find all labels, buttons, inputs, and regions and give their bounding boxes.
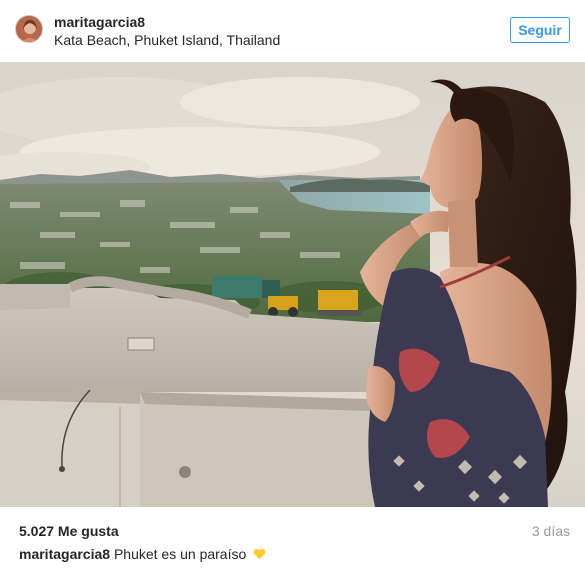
post-time: 3 días bbox=[531, 523, 570, 539]
post-header: maritagarcia8 Kata Beach, Phuket Island,… bbox=[0, 0, 585, 62]
caption-text: Phuket es un paraíso bbox=[113, 546, 247, 562]
post-caption: maritagarcia8 Phuket es un paraíso bbox=[19, 546, 266, 562]
follow-button[interactable]: Seguir bbox=[510, 17, 570, 43]
photo-illustration bbox=[0, 62, 585, 507]
caption-username[interactable]: maritagarcia8 bbox=[19, 546, 110, 562]
post-photo[interactable] bbox=[0, 62, 585, 507]
instagram-post: maritagarcia8 Kata Beach, Phuket Island,… bbox=[0, 0, 585, 571]
yellow-heart-icon bbox=[253, 548, 266, 560]
avatar-image bbox=[16, 16, 42, 42]
post-location[interactable]: Kata Beach, Phuket Island, Thailand bbox=[54, 32, 280, 48]
post-username[interactable]: maritagarcia8 bbox=[54, 14, 145, 30]
avatar[interactable] bbox=[15, 15, 43, 43]
likes-count[interactable]: 5.027 Me gusta bbox=[19, 523, 119, 539]
